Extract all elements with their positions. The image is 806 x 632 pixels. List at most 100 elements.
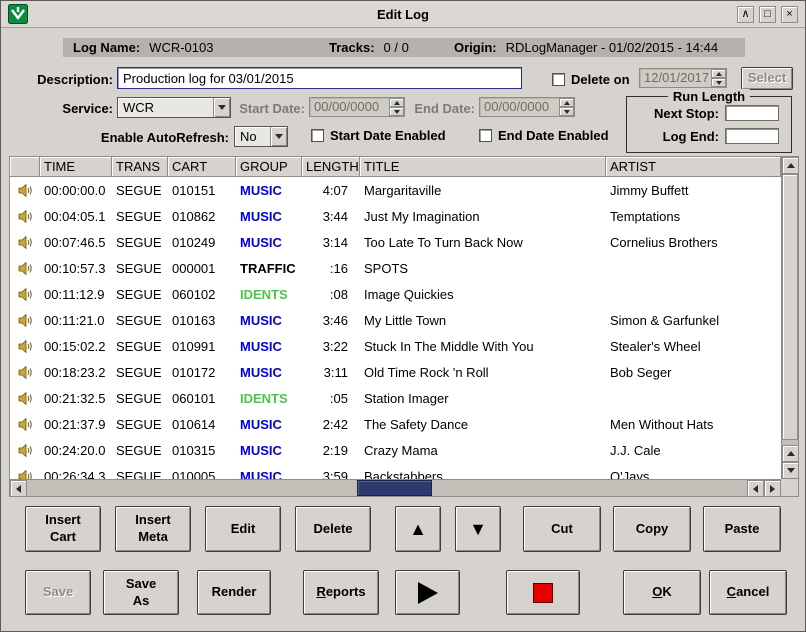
column-header-cart[interactable]: CART (168, 157, 236, 177)
table-row[interactable]: 00:26:34.3SEGUE010005MUSIC3:59Backstabbe… (10, 463, 781, 479)
speaker-icon (10, 210, 40, 223)
window-title: Edit Log (1, 7, 805, 22)
cell-time: 00:11:12.9 (40, 287, 112, 302)
table-row[interactable]: 00:00:00.0SEGUE010151MUSIC4:07Margaritav… (10, 177, 781, 203)
speaker-icon (10, 314, 40, 327)
cell-cart: 010862 (168, 209, 236, 224)
cell-trans: SEGUE (112, 339, 168, 354)
log-end-input[interactable] (725, 128, 779, 144)
cell-group: MUSIC (236, 313, 302, 328)
save-button[interactable]: Save (25, 570, 91, 615)
column-header-icon[interactable] (10, 157, 40, 177)
scroll-left-button[interactable] (10, 480, 27, 497)
table-row[interactable]: 00:11:12.9SEGUE060102IDENTS:08Image Quic… (10, 281, 781, 307)
spin-up-icon[interactable] (711, 69, 726, 78)
cut-button[interactable]: Cut (523, 506, 601, 552)
scroll-up-button[interactable] (782, 157, 799, 174)
end-date-field[interactable]: 00/00/0000 (479, 97, 575, 117)
table-row[interactable]: 00:10:57.3SEGUE000001TRAFFIC:16SPOTS (10, 255, 781, 281)
cell-length: 3:46 (302, 313, 360, 328)
table-row[interactable]: 00:04:05.1SEGUE010862MUSIC3:44Just My Im… (10, 203, 781, 229)
vertical-scroll-thumb[interactable] (782, 174, 798, 440)
cell-cart: 010151 (168, 183, 236, 198)
titlebar: Edit Log ∧ □ × (1, 1, 805, 28)
start-date-value: 00/00/0000 (310, 98, 389, 116)
autorefresh-combo[interactable]: No (234, 126, 288, 147)
speaker-icon (10, 262, 40, 275)
cell-time: 00:07:46.5 (40, 235, 112, 250)
paste-button[interactable]: Paste (703, 506, 781, 552)
scroll-left-button-right[interactable] (747, 480, 764, 497)
scroll-down-button[interactable] (782, 462, 799, 479)
spin-down-icon[interactable] (389, 107, 404, 116)
insert-meta-button[interactable]: Insert Meta (115, 506, 191, 552)
tracks-group: Tracks: 0 / 0 (329, 38, 409, 57)
table-row[interactable]: 00:21:37.9SEGUE010614MUSIC2:42The Safety… (10, 411, 781, 437)
scroll-up-button-bottom[interactable] (782, 445, 799, 462)
end-date-enabled-checkbox[interactable] (479, 129, 492, 142)
edit-button[interactable]: Edit (205, 506, 281, 552)
tracks-label: Tracks: (329, 38, 375, 57)
cell-group: MUSIC (236, 365, 302, 380)
description-input[interactable] (117, 67, 522, 89)
cancel-button[interactable]: Cancel (709, 570, 787, 615)
horizontal-scrollbar[interactable] (10, 479, 781, 496)
column-header-artist[interactable]: ARTIST (606, 157, 781, 177)
cell-length: 2:42 (302, 417, 360, 432)
cell-trans: SEGUE (112, 235, 168, 250)
move-down-button[interactable]: ▼ (455, 506, 501, 552)
delete-button[interactable]: Delete (295, 506, 371, 552)
next-stop-label: Next Stop: (654, 106, 719, 121)
select-button[interactable]: Select (741, 67, 793, 90)
log-table-body: 00:00:00.0SEGUE010151MUSIC4:07Margaritav… (10, 177, 781, 479)
column-header-group[interactable]: GROUP (236, 157, 302, 177)
table-row[interactable]: 00:18:23.2SEGUE010172MUSIC3:11Old Time R… (10, 359, 781, 385)
start-date-field[interactable]: 00/00/0000 (309, 97, 405, 117)
table-row[interactable]: 00:07:46.5SEGUE010249MUSIC3:14Too Late T… (10, 229, 781, 255)
column-header-time[interactable]: TIME (40, 157, 112, 177)
column-header-trans[interactable]: TRANS (112, 157, 168, 177)
spin-up-icon[interactable] (389, 98, 404, 107)
log-name-label: Log Name: (73, 38, 140, 57)
spin-up-icon[interactable] (559, 98, 574, 107)
spin-down-icon[interactable] (711, 78, 726, 87)
end-date-label: End Date: (411, 101, 475, 116)
render-button[interactable]: Render (197, 570, 271, 615)
cell-title: Station Imager (360, 391, 606, 406)
horizontal-scroll-thumb[interactable] (357, 480, 432, 496)
delete-on-checkbox[interactable] (552, 73, 565, 86)
cell-trans: SEGUE (112, 365, 168, 380)
cell-trans: SEGUE (112, 443, 168, 458)
ok-button[interactable]: OK (623, 570, 701, 615)
maximize-icon: □ (764, 9, 771, 20)
service-combo[interactable]: WCR (117, 97, 231, 118)
cell-artist: Men Without Hats (606, 417, 781, 432)
spin-down-icon[interactable] (559, 107, 574, 116)
reports-button[interactable]: Reports (303, 570, 379, 615)
table-row[interactable]: 00:24:20.0SEGUE010315MUSIC2:19Crazy Mama… (10, 437, 781, 463)
copy-button[interactable]: Copy (613, 506, 691, 552)
delete-date-field[interactable]: 12/01/2017 (639, 68, 727, 88)
insert-cart-button[interactable]: Insert Cart (25, 506, 101, 552)
next-stop-input[interactable] (725, 105, 779, 121)
table-row[interactable]: 00:21:32.5SEGUE060101IDENTS:05Station Im… (10, 385, 781, 411)
stop-button[interactable] (506, 570, 580, 615)
log-table-header: TIMETRANSCARTGROUPLENGTHTITLEARTIST (10, 157, 781, 177)
table-row[interactable]: 00:15:02.2SEGUE010991MUSIC3:22Stuck In T… (10, 333, 781, 359)
origin-value: RDLogManager - 01/02/2015 - 14:44 (506, 38, 718, 57)
column-header-title[interactable]: TITLE (360, 157, 606, 177)
scroll-right-button[interactable] (764, 480, 781, 497)
shade-button[interactable]: ∧ (737, 6, 754, 23)
play-button[interactable] (395, 570, 460, 615)
start-date-enabled-checkbox[interactable] (311, 129, 324, 142)
vertical-scrollbar[interactable] (781, 157, 798, 479)
table-row[interactable]: 00:11:21.0SEGUE010163MUSIC3:46My Little … (10, 307, 781, 333)
column-header-length[interactable]: LENGTH (302, 157, 360, 177)
cell-trans: SEGUE (112, 209, 168, 224)
move-up-button[interactable]: ▲ (395, 506, 441, 552)
cell-title: Image Quickies (360, 287, 606, 302)
save-as-button[interactable]: Save As (103, 570, 179, 615)
maximize-button[interactable]: □ (759, 6, 776, 23)
cell-title: Margaritaville (360, 183, 606, 198)
close-button[interactable]: × (781, 6, 798, 23)
